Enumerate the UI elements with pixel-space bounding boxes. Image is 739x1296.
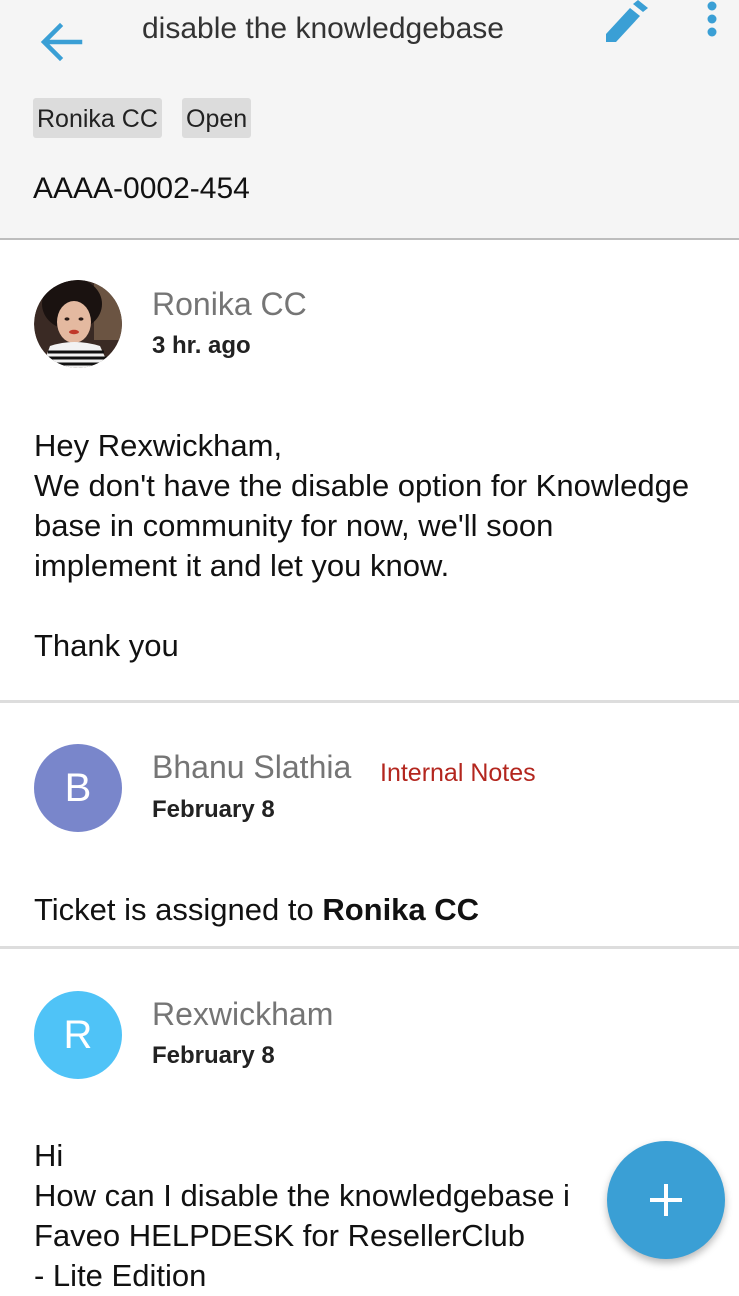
message-line: implement it and let you know. (34, 548, 450, 583)
timestamp: February 8 (152, 796, 275, 823)
message-body: Hey Rexwickham, We don't have the disabl… (34, 426, 739, 666)
more-vertical-icon (707, 1, 717, 37)
add-reply-button[interactable] (607, 1141, 725, 1259)
avatar: B (34, 744, 122, 832)
message-line (34, 586, 739, 626)
message-line: We don't have the disable option for Kno… (34, 468, 690, 503)
thread-item: Ronika CC 3 hr. ago Hey Rexwickham, We d… (0, 240, 739, 700)
message-text: Ticket is assigned to (34, 892, 323, 927)
message-line: base in community for now, we'll soon (34, 508, 554, 543)
message-body: Ticket is assigned to Ronika CC (34, 890, 739, 930)
plus-icon (650, 1184, 682, 1216)
author-name: Rexwickham (152, 996, 334, 1032)
back-button[interactable] (34, 14, 90, 70)
edit-button[interactable] (600, 0, 648, 44)
assignee-name: Ronika CC (322, 892, 480, 927)
thread-item: B Bhanu Slathia Internal Notes February … (0, 703, 739, 946)
message-line: Hey Rexwickham, (34, 428, 283, 463)
message-line: Thank you (34, 628, 179, 663)
ticket-title: disable the knowledgebase (142, 12, 504, 45)
arrow-back-icon (40, 22, 83, 62)
status-chip[interactable]: Open (182, 98, 252, 138)
ticket-header: disable the knowledgebase Ronika CC Open… (0, 0, 739, 240)
avatar (34, 280, 122, 368)
more-options-button[interactable] (696, 0, 728, 44)
author-name: Bhanu Slathia (152, 749, 352, 785)
avatar: R (34, 991, 122, 1079)
assignee-chip[interactable]: Ronika CC (33, 98, 162, 138)
internal-notes-tag: Internal Notes (380, 759, 536, 787)
pencil-icon (606, 0, 648, 42)
timestamp: February 8 (152, 1042, 275, 1069)
timestamp: 3 hr. ago (152, 332, 251, 359)
message-line: - Lite Edition (34, 1258, 207, 1293)
author-name: Ronika CC (152, 286, 307, 322)
ticket-number: AAAA-0002-454 (33, 172, 250, 205)
